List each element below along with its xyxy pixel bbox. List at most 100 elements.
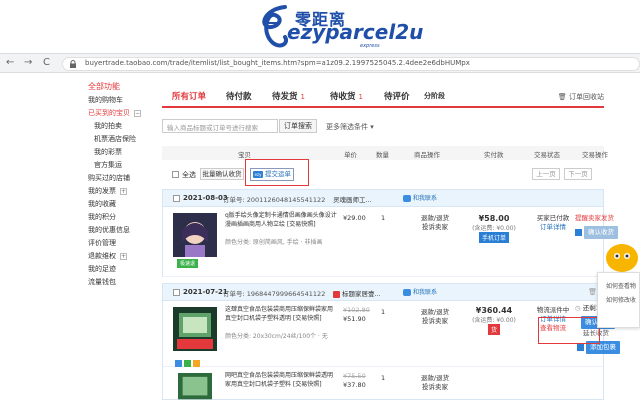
tab-pending-shipment[interactable]: 待发货 1 xyxy=(272,90,305,102)
orders-table-header: 宝贝 单价 数量 商品操作 实付款 交易状态 交易操作 xyxy=(162,146,608,160)
sidebar-item[interactable]: 流量钱包 xyxy=(88,276,158,289)
complain-link[interactable]: 投诉卖家 xyxy=(415,383,455,392)
original-price: ¥75.50 xyxy=(343,372,366,380)
expand-toggle-icon[interactable]: + xyxy=(120,252,127,260)
page-root: 零距离 ezyparcel2u express ← → C buyertrade… xyxy=(0,0,640,400)
help-question[interactable]: 如何查看物 xyxy=(606,281,636,290)
order-date: 2021-07-21 xyxy=(183,288,228,296)
order-date: 2021-08-03 xyxy=(183,194,228,202)
product-title-link[interactable]: q版手绘头像定制卡通情侣画像画头像设计漫画插画商用人物立绘 [交易快照] xyxy=(225,212,337,229)
product-title-link[interactable]: 这肆真空食品包装袋商用压缩保鲜袋家用真空封口机袋子塑料透明 [交易快照] xyxy=(225,306,337,323)
refund-link[interactable]: 退款/退货 xyxy=(415,374,455,383)
complain-link[interactable]: 投诉卖家 xyxy=(415,317,455,326)
tab-pending-review[interactable]: 待评价 xyxy=(384,90,410,102)
order-checkbox[interactable] xyxy=(173,289,180,296)
col-item-ops: 商品操作 xyxy=(414,151,440,159)
product-thumbnail[interactable] xyxy=(173,213,217,257)
order-product-row: 网吧真空食品包装袋商用压缩保鲜袋透明家用真空封口机袋子塑料 [交易快照] ¥75… xyxy=(163,367,603,400)
expand-toggle-icon[interactable]: + xyxy=(120,187,127,195)
original-price: ¥102.80 xyxy=(343,306,370,314)
more-filters-link[interactable]: 更多筛选条件 ▾ xyxy=(326,122,374,132)
forward-icon[interactable]: → xyxy=(24,57,32,68)
sidebar-item[interactable]: 我的发票 + xyxy=(88,185,158,198)
extension-banner: 零距离 ezyparcel2u express xyxy=(0,0,640,52)
product-attributes: 颜色分类: 原创简画风, 手绘 · 非插画 xyxy=(225,239,323,246)
order-recycle-bin-link[interactable]: 🗑 订单回收站 xyxy=(558,92,604,102)
select-all-label: 全选 xyxy=(182,171,196,179)
expand-toggle-icon[interactable]: − xyxy=(134,109,141,117)
sidebar-item[interactable]: 我的收藏 xyxy=(88,198,158,211)
sidebar-item: 全部功能 xyxy=(88,82,120,91)
help-question[interactable]: 如何修改收 xyxy=(606,295,636,304)
lock-icon xyxy=(70,60,76,68)
item-ops: 退款/退货 投诉卖家 xyxy=(415,214,455,232)
sidebar-item[interactable]: 我的足迹 xyxy=(88,263,158,276)
order-detail-link[interactable]: 订单详情 xyxy=(533,223,573,232)
trade-status: 买家已付款 订单详情 xyxy=(533,214,573,232)
logo-english-text: ezyparcel2u xyxy=(287,20,424,44)
col-item: 宝贝 xyxy=(238,151,251,159)
sidebar-item[interactable]: 我的彩票 xyxy=(88,146,158,159)
mascot-icon xyxy=(606,244,638,272)
item-ops: 退款/退货 投诉卖家 xyxy=(415,374,455,392)
logo-subtitle: express xyxy=(360,43,380,49)
url-field[interactable]: buyertrade.taobao.com/trade/itemlist/lis… xyxy=(62,57,640,71)
unit-price: ¥29.00 xyxy=(343,214,366,222)
batch-actions-row: 全选 批量确认收货 ezy 提交运单 上一页 下一页 xyxy=(162,166,604,184)
highlight-box-submit xyxy=(245,159,309,186)
unit-price: ¥37.80 xyxy=(343,381,366,389)
sidebar-item[interactable]: 我的购物车 xyxy=(88,94,158,107)
sidebar-item[interactable]: 我的积分 xyxy=(88,211,158,224)
contact-seller-link[interactable]: 和我联系 xyxy=(403,287,437,296)
sidebar-item[interactable]: 退款维权 + xyxy=(88,250,158,263)
select-all-checkbox[interactable] xyxy=(172,171,179,178)
back-icon[interactable]: ← xyxy=(6,57,14,68)
reload-icon[interactable]: C xyxy=(43,57,50,68)
url-text: buyertrade.taobao.com/trade/itemlist/lis… xyxy=(85,59,470,67)
ezyparcel-logo: 零距离 ezyparcel2u express xyxy=(255,3,423,51)
tab-pending-receipt[interactable]: 待收货 1 xyxy=(330,90,363,102)
tab-all-orders[interactable]: 所有订单 xyxy=(172,90,206,102)
sidebar-item[interactable]: 机票酒店保险 xyxy=(88,133,158,146)
col-unit-price: 单价 xyxy=(344,151,357,159)
tab-pending-payment[interactable]: 待付款 xyxy=(226,90,252,102)
refund-link[interactable]: 退款/退货 xyxy=(415,308,455,317)
product-thumbnail[interactable] xyxy=(173,373,217,400)
left-sidebar: 全部功能我的购物车 已买到的宝贝 − 我的拍卖 机票酒店保险 我的彩票 官方集运 购买过的店铺… xyxy=(88,80,158,289)
shop-name[interactable]: 标题家居壹... xyxy=(333,288,381,298)
batch-confirm-button[interactable]: 批量确认收货 xyxy=(200,168,244,180)
col-actions: 交易操作 xyxy=(582,151,608,159)
ezy-small-icon xyxy=(577,343,584,351)
product-title-link[interactable]: 网吧真空食品包装袋商用压缩保鲜袋透明家用真空封口机袋子塑料 [交易快照] xyxy=(225,372,337,389)
order-number: 订单号: 2001126048145541122 xyxy=(223,196,326,204)
delete-order-icon[interactable]: 🗑 xyxy=(588,288,597,296)
shop-name[interactable]: 灵魂画师工... xyxy=(333,194,372,204)
unit-price: ¥51.90 xyxy=(343,315,366,323)
clock-icon: ◷ xyxy=(575,304,583,312)
quantity: 1 xyxy=(381,214,386,222)
contact-seller-link[interactable]: 和我联系 xyxy=(403,193,437,202)
complain-link[interactable]: 投诉卖家 xyxy=(415,223,455,232)
refund-link[interactable]: 退款/退货 xyxy=(415,214,455,223)
quantity: 1 xyxy=(381,308,386,316)
shop-icon xyxy=(333,290,340,298)
sidebar-item[interactable]: 购买过的店铺 xyxy=(88,172,158,185)
trade-actions: 提醒卖家发货 确认收货 xyxy=(575,214,639,239)
sidebar-item[interactable]: 评价管理 xyxy=(88,237,158,250)
sidebar-item[interactable]: 官方集运 xyxy=(88,159,158,172)
order-search-input[interactable]: 输入商品标题或订单号进行搜索 xyxy=(162,119,278,133)
sidebar-item[interactable]: 我的优惠信息 xyxy=(88,224,158,237)
tab-staged[interactable]: 分阶段 xyxy=(424,91,445,101)
product-thumbnail[interactable] xyxy=(173,307,217,351)
help-widget[interactable]: 如何查看物 如何修改收 xyxy=(597,238,640,330)
remind-ship-link[interactable]: 提醒卖家发货 xyxy=(575,214,639,223)
sidebar-item[interactable]: 我的拍卖 xyxy=(88,120,158,133)
item-ops: 退款/退货 投诉卖家 xyxy=(415,308,455,326)
browser-address-bar: ← → C buyertrade.taobao.com/trade/itemli… xyxy=(0,53,640,73)
payment-tag: 手机订单 xyxy=(478,232,509,243)
sidebar-item[interactable]: 已买到的宝贝 − xyxy=(88,107,158,120)
prev-page-button[interactable]: 上一页 xyxy=(532,168,560,180)
next-page-button[interactable]: 下一页 xyxy=(564,168,592,180)
order-checkbox[interactable] xyxy=(173,195,180,202)
order-search-button[interactable]: 订单搜索 xyxy=(279,119,317,133)
